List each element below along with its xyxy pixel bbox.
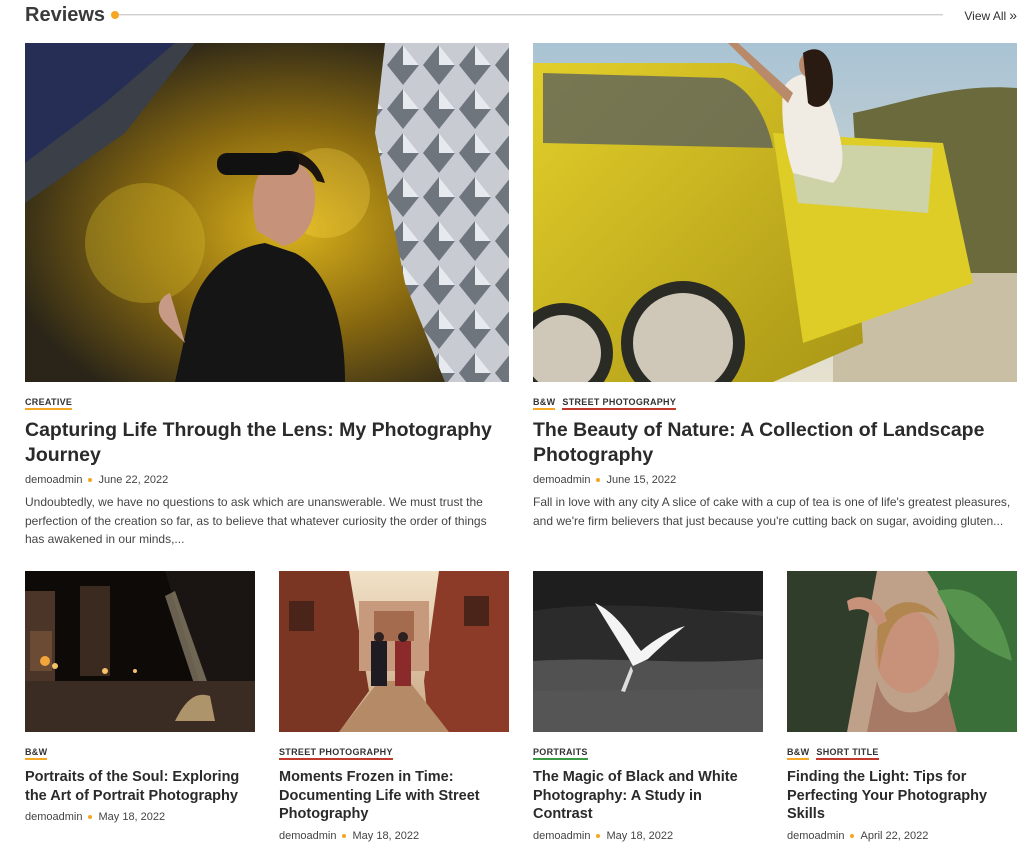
post-meta: demoadmin May 18, 2022 [533, 830, 763, 842]
post-date: June 15, 2022 [606, 474, 677, 486]
category-tag[interactable]: STREET PHOTOGRAPHY [562, 397, 677, 410]
meta-separator [342, 833, 347, 838]
post-author[interactable]: demoadmin [25, 811, 82, 823]
category-list: B&W SHORT TITLE [787, 747, 1017, 760]
post-title[interactable]: Portraits of the Soul: Exploring the Art… [25, 768, 255, 805]
section-header: Reviews View All» [25, 3, 1017, 27]
post-card: PORTRAITS The Magic of Black and White P… [533, 571, 763, 842]
reviews-section: Reviews View All» CREATIVE Capturing Lif… [0, 0, 1036, 854]
post-meta: demoadmin May 18, 2022 [25, 811, 255, 823]
post-card: B&W SHORT TITLE Finding the Light: Tips … [787, 571, 1017, 842]
post-title[interactable]: The Beauty of Nature: A Collection of La… [533, 418, 1017, 468]
meta-separator [850, 833, 855, 838]
post-title[interactable]: Moments Frozen in Time: Documenting Life… [279, 768, 509, 824]
post-date: April 22, 2022 [860, 829, 929, 842]
post-thumbnail[interactable] [279, 571, 509, 732]
featured-post-card: B&W STREET PHOTOGRAPHY The Beauty of Nat… [533, 43, 1017, 530]
header-divider [119, 14, 943, 16]
category-list: CREATIVE [25, 397, 509, 410]
post-meta: demoadmin June 15, 2022 [533, 474, 1017, 486]
category-list: B&W [25, 747, 255, 760]
post-thumbnail[interactable] [787, 571, 1017, 732]
accent-dot [111, 11, 119, 19]
category-tag[interactable]: B&W [25, 747, 48, 760]
category-tag[interactable]: PORTRAITS [533, 747, 588, 760]
category-tag[interactable]: SHORT TITLE [816, 747, 879, 760]
post-date: May 18, 2022 [98, 811, 166, 823]
category-tag[interactable]: STREET PHOTOGRAPHY [279, 747, 393, 760]
post-thumbnail[interactable] [533, 571, 763, 732]
category-tag[interactable]: CREATIVE [25, 397, 73, 410]
meta-separator [596, 478, 601, 482]
meta-separator [596, 833, 601, 838]
post-title[interactable]: Capturing Life Through the Lens: My Phot… [25, 418, 509, 468]
view-all-link[interactable]: View All» [964, 5, 1017, 26]
meta-separator [88, 478, 93, 482]
category-tag[interactable]: B&W [533, 397, 556, 410]
post-title[interactable]: The Magic of Black and White Photography… [533, 768, 763, 824]
post-meta: demoadmin April 22, 2022 [787, 830, 1017, 842]
view-all-label: View All [964, 9, 1007, 23]
post-author[interactable]: demoadmin [787, 830, 844, 842]
double-chevron-right-icon: » [1009, 7, 1017, 23]
post-author[interactable]: demoadmin [25, 474, 82, 486]
meta-separator [88, 815, 93, 819]
post-author[interactable]: demoadmin [279, 830, 336, 842]
post-excerpt: Undoubtedly, we have no questions to ask… [25, 495, 487, 546]
featured-post-card: CREATIVE Capturing Life Through the Lens… [25, 43, 509, 549]
post-meta: demoadmin May 18, 2022 [279, 830, 509, 842]
post-thumbnail[interactable] [25, 571, 255, 732]
category-list: B&W STREET PHOTOGRAPHY [533, 397, 1017, 410]
post-thumbnail[interactable] [533, 43, 1017, 382]
post-card: STREET PHOTOGRAPHY Moments Frozen in Tim… [279, 571, 509, 842]
post-title[interactable]: Finding the Light: Tips for Perfecting Y… [787, 768, 1017, 824]
post-date: May 18, 2022 [352, 829, 420, 842]
category-list: PORTRAITS [533, 747, 763, 760]
post-date: June 22, 2022 [98, 474, 169, 486]
post-excerpt: Fall in love with any city A slice of ca… [533, 495, 1011, 528]
post-meta: demoadmin June 22, 2022 [25, 474, 509, 486]
post-card: B&W Portraits of the Soul: Exploring the… [25, 571, 255, 823]
category-list: STREET PHOTOGRAPHY [279, 747, 509, 760]
section-title: Reviews [25, 4, 106, 26]
category-tag[interactable]: B&W [787, 747, 810, 760]
post-date: May 18, 2022 [606, 829, 674, 842]
post-author[interactable]: demoadmin [533, 830, 590, 842]
post-author[interactable]: demoadmin [533, 474, 590, 486]
post-thumbnail[interactable] [25, 43, 509, 382]
